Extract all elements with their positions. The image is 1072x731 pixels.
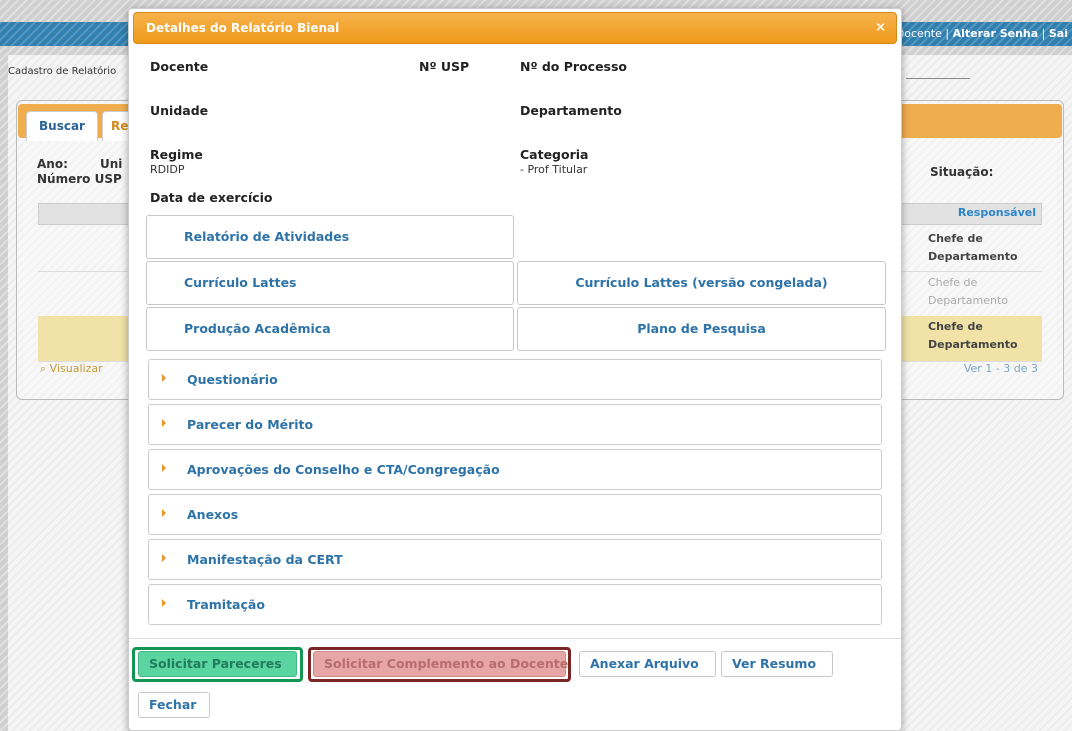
- regime-value: RDIDP: [150, 163, 185, 176]
- categoria-label: Categoria: [520, 147, 589, 162]
- accordion-label: Tramitação: [187, 597, 265, 612]
- caret-right-icon: [162, 419, 166, 427]
- docente-link[interactable]: Docente: [896, 27, 942, 40]
- caret-right-icon: [162, 554, 166, 562]
- close-icon[interactable]: ×: [875, 13, 886, 43]
- regime-label: Regime: [150, 147, 203, 162]
- table-cell-responsavel: Chefe de Departamento: [928, 320, 1018, 351]
- visualizar-link[interactable]: ⌕ Visualizar: [40, 362, 103, 376]
- caret-right-icon: [162, 374, 166, 382]
- alterar-senha-link[interactable]: Alterar Senha: [953, 27, 1039, 40]
- caret-right-icon: [162, 599, 166, 607]
- accordion-aprovacoes[interactable]: Aprovações do Conselho e CTA/Congregação: [148, 449, 882, 490]
- caret-right-icon: [162, 464, 166, 472]
- data-exercicio-label: Data de exercício: [150, 190, 273, 205]
- curriculo-lattes-congelada-button[interactable]: Currículo Lattes (versão congelada): [517, 261, 886, 305]
- relatorio-details-dialog: Detalhes do Relatório Bienal × Docente N…: [128, 8, 902, 731]
- dialog-titlebar[interactable]: Detalhes do Relatório Bienal ×: [133, 12, 897, 44]
- search-icon: ⌕: [40, 362, 47, 375]
- producao-academica-button[interactable]: Produção Acadêmica: [146, 307, 514, 351]
- user-links: | Docente | Alterar Senha | Sai: [889, 27, 1068, 40]
- field-numero-usp-label: Número USP: [37, 172, 122, 186]
- dialog-footer-divider: [129, 638, 901, 639]
- breadcrumb[interactable]: Cadastro de Relatório: [8, 66, 116, 77]
- docente-label: Docente: [150, 59, 209, 74]
- nprocesso-label: Nº do Processo: [520, 59, 628, 74]
- accordion-tramitacao[interactable]: Tramitação: [148, 584, 882, 625]
- anexar-arquivo-button[interactable]: Anexar Arquivo: [579, 651, 716, 677]
- tab-buscar[interactable]: Buscar: [26, 111, 98, 141]
- solicitar-pareceres-button[interactable]: Solicitar Pareceres: [138, 651, 297, 677]
- curriculo-lattes-button[interactable]: Currículo Lattes: [146, 261, 514, 305]
- caret-right-icon: [162, 509, 166, 517]
- accordion-label: Aprovações do Conselho e CTA/Congregação: [187, 462, 500, 477]
- unidade-label: Unidade: [150, 103, 209, 118]
- accordion-manifestacao-cert[interactable]: Manifestação da CERT: [148, 539, 882, 580]
- categoria-value: - Prof Titular: [520, 163, 588, 176]
- plano-pesquisa-button[interactable]: Plano de Pesquisa: [517, 307, 886, 351]
- solicitar-complemento-button[interactable]: Solicitar Complemento ao Docente: [313, 651, 568, 677]
- sair-link[interactable]: Sai: [1049, 27, 1068, 40]
- ver-resumo-button[interactable]: Ver Resumo: [721, 651, 833, 677]
- accordion-questionario[interactable]: Questionário: [148, 359, 882, 400]
- fechar-button[interactable]: Fechar: [138, 692, 210, 718]
- table-cell-responsavel: Chefe de Departamento: [928, 232, 1018, 263]
- departamento-label: Departamento: [520, 103, 622, 118]
- accordion-parecer-merito[interactable]: Parecer do Mérito: [148, 404, 882, 445]
- accordion-label: Manifestação da CERT: [187, 552, 343, 567]
- table-cell-responsavel: Chefe de Departamento: [928, 276, 1009, 307]
- pager-info: Ver 1 - 3 de 3: [963, 362, 1038, 375]
- field-unidade-label: Uni: [100, 157, 123, 171]
- breadcrumb-divider: [906, 78, 970, 79]
- field-ano-label: Ano:: [37, 157, 68, 171]
- visualizar-label: Visualizar: [49, 362, 103, 375]
- grid-column-responsavel[interactable]: Responsável: [926, 203, 1042, 225]
- dialog-title: Detalhes do Relatório Bienal: [146, 21, 340, 35]
- accordion-label: Questionário: [187, 372, 278, 387]
- accordion-label: Anexos: [187, 507, 239, 522]
- accordion-anexos[interactable]: Anexos: [148, 494, 882, 535]
- relatorio-atividades-button[interactable]: Relatório de Atividades: [146, 215, 514, 259]
- nusp-label: Nº USP: [419, 59, 470, 74]
- field-situacao-label: Situação:: [930, 165, 994, 179]
- accordion-label: Parecer do Mérito: [187, 417, 314, 432]
